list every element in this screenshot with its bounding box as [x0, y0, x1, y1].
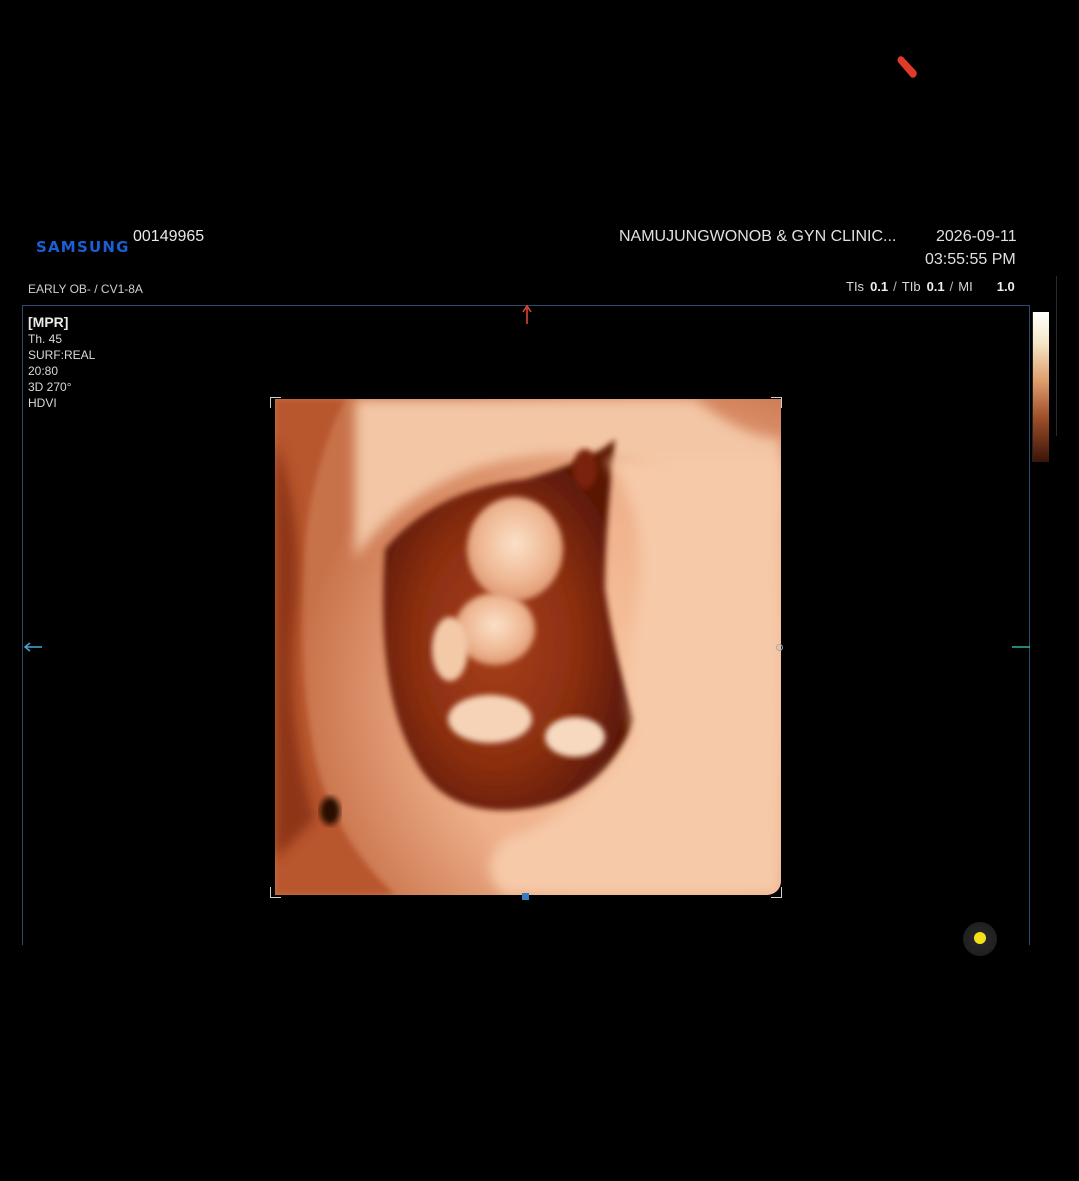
- roi-handle-right[interactable]: [776, 644, 783, 651]
- separator: /: [893, 279, 897, 294]
- roi-corner-bottom-right: [771, 887, 782, 898]
- roi-corner-bottom-left: [270, 887, 281, 898]
- thickness-label: Th. 45: [28, 332, 63, 346]
- preset-probe-label: EARLY OB- / CV1-8A: [28, 282, 143, 296]
- tib-value: 0.1: [926, 279, 945, 294]
- exam-date: 2026-09-11: [936, 228, 1017, 245]
- roi-handle-bottom[interactable]: [522, 893, 529, 900]
- arrow-up-icon: [522, 305, 532, 324]
- brand-logo: SAMSUNG: [36, 238, 130, 256]
- rotation-label: 3D 270°: [28, 380, 72, 394]
- status-indicator: [974, 932, 986, 944]
- roi-corner-top-right: [771, 397, 782, 408]
- volume-render-image[interactable]: [275, 399, 781, 895]
- acquisition-params: [MPR] Th. 45 SURF:REAL 20:80 3D 270° HDV…: [28, 313, 95, 411]
- surface-label: SURF:REAL: [28, 348, 96, 362]
- arrow-right-icon: [1012, 646, 1030, 648]
- tis-value: 0.1: [870, 279, 889, 294]
- arrow-left-icon: [24, 642, 42, 652]
- exam-time: 03:55:55 PM: [925, 251, 1016, 268]
- thermal-mechanical-index-bar: TIs 0.1 / TIb 0.1 / MI 1.0: [846, 279, 1015, 294]
- tis-label: TIs: [846, 279, 865, 294]
- red-marker-icon: [897, 56, 917, 78]
- mi-label: MI: [958, 279, 973, 294]
- patient-id: 00149965: [133, 228, 205, 245]
- color-map-bar: [1032, 312, 1049, 462]
- render-mode-label: HDVI: [28, 396, 57, 410]
- ratio-label: 20:80: [28, 364, 59, 378]
- roi-corner-top-left: [270, 397, 281, 408]
- tib-label: TIb: [901, 279, 921, 294]
- mi-value: 1.0: [996, 279, 1015, 294]
- mode-label: [MPR]: [28, 314, 69, 330]
- divider: [1056, 276, 1057, 436]
- clinic-name: NAMUJUNGWONOB & GYN CLINIC...: [619, 228, 897, 245]
- separator: /: [949, 279, 954, 294]
